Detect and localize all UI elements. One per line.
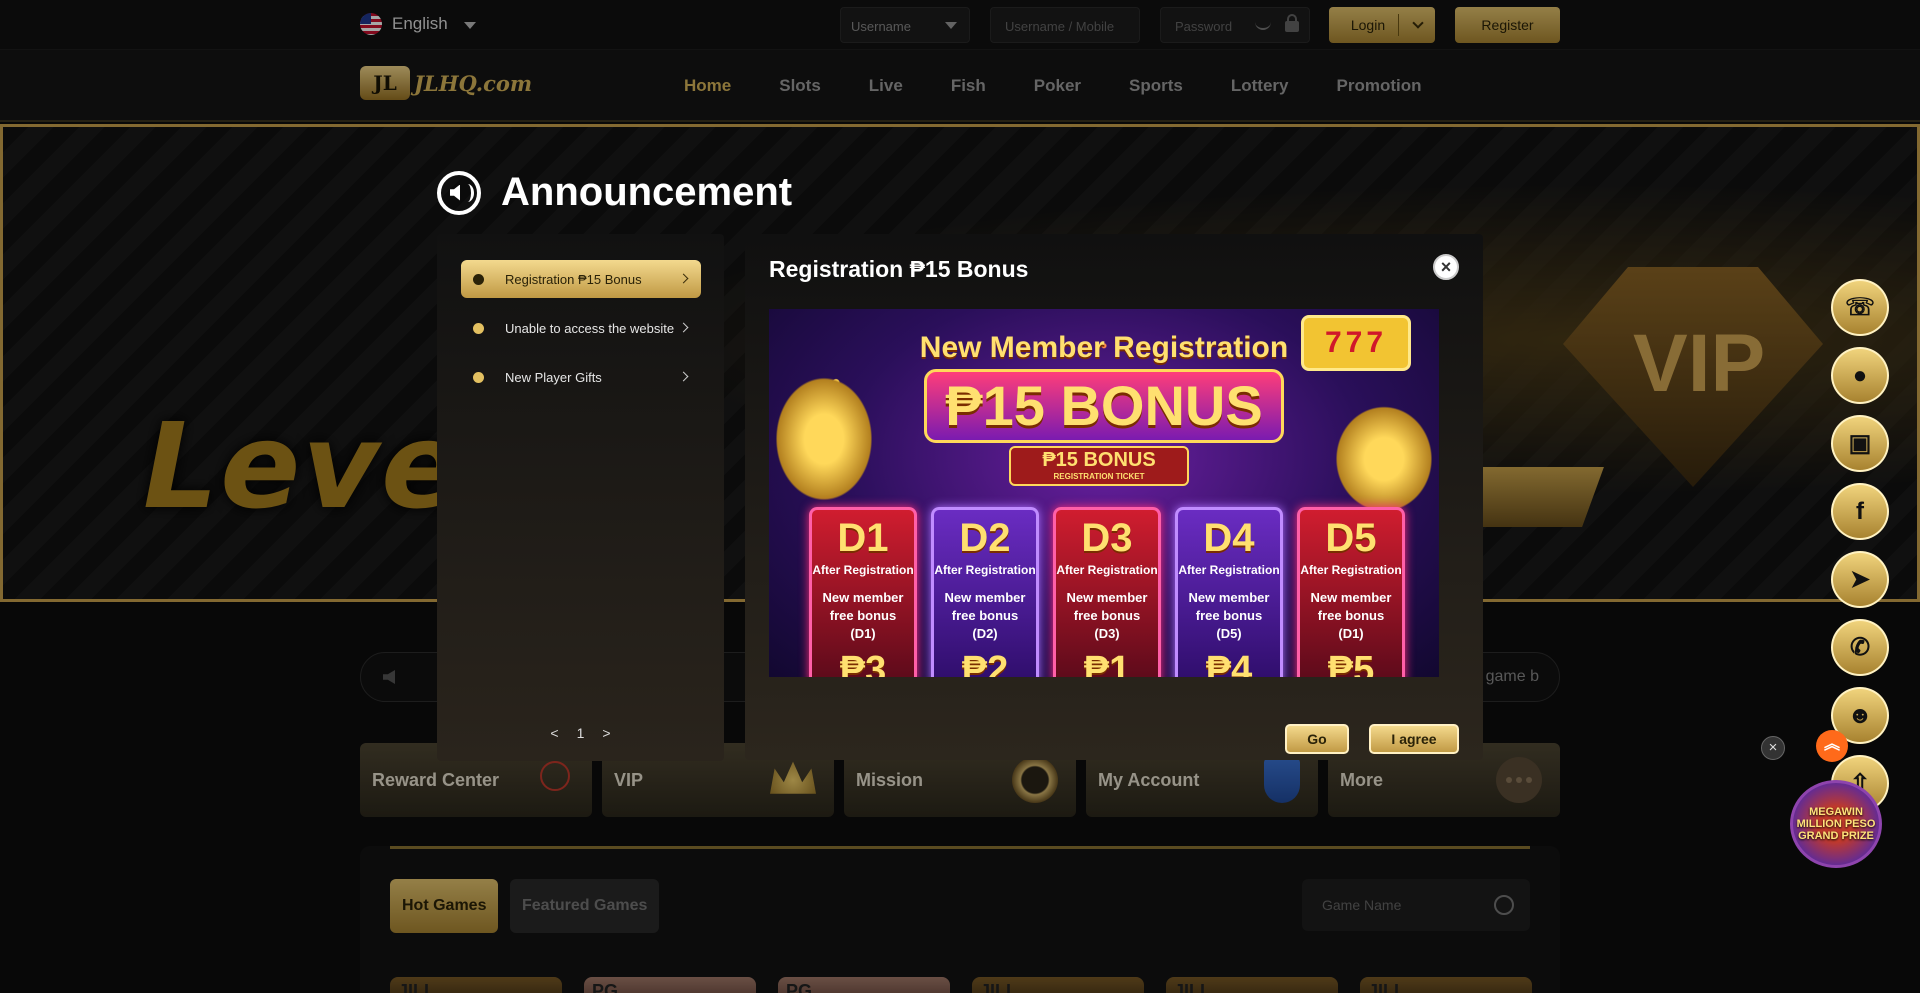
bullet-dot bbox=[473, 372, 484, 383]
coins-decoration bbox=[769, 369, 879, 509]
ticket-small-text: REGISTRATION TICKET bbox=[1053, 472, 1145, 481]
day-desc: New member free bonus (D5) bbox=[1188, 590, 1270, 641]
agree-button[interactable]: I agree bbox=[1369, 724, 1459, 754]
close-icon[interactable]: × bbox=[1433, 254, 1459, 280]
announcement-item-new-player-gifts[interactable]: New Player Gifts bbox=[461, 358, 701, 396]
day-desc: New member free bonus (D1) bbox=[822, 590, 904, 641]
megawin-text: MEGAWIN MILLION PESO GRAND PRIZE bbox=[1796, 806, 1876, 842]
day-name: D5 bbox=[1325, 516, 1377, 560]
announcement-item-registration-bonus[interactable]: Registration ₱15 Bonus bbox=[461, 260, 701, 298]
pager-page[interactable]: 1 bbox=[577, 725, 585, 741]
promo-day-card: D4 After Registration New member free bo… bbox=[1175, 507, 1283, 677]
day-amount: ₱4 bbox=[1205, 649, 1253, 677]
day-sub: After Registration bbox=[934, 563, 1036, 577]
announcement-item-label: Unable to access the website bbox=[505, 320, 675, 336]
facebook-icon[interactable]: f bbox=[1831, 483, 1889, 540]
day-desc: New member free bonus (D2) bbox=[944, 590, 1026, 641]
promo-ticket: ₱15 BONUS REGISTRATION TICKET bbox=[1009, 446, 1189, 486]
day-amount: ₱5 bbox=[1327, 649, 1375, 677]
announcement-item-label: Registration ₱15 Bonus bbox=[505, 271, 642, 287]
day-sub: After Registration bbox=[1056, 563, 1158, 577]
day-sub: After Registration bbox=[1178, 563, 1280, 577]
bullet-dot bbox=[473, 323, 484, 334]
day-desc: New member free bonus (D1) bbox=[1310, 590, 1392, 641]
ticket-big-text: ₱15 BONUS bbox=[1042, 449, 1156, 471]
promo-day-card: D5 After Registration New member free bo… bbox=[1297, 507, 1405, 677]
day-name: D4 bbox=[1203, 516, 1255, 560]
announcement-header: Announcement bbox=[437, 170, 792, 215]
megawin-promo-badge[interactable]: MEGAWIN MILLION PESO GRAND PRIZE bbox=[1790, 780, 1882, 868]
day-name: D3 bbox=[1081, 516, 1133, 560]
pagination: < 1 > bbox=[437, 725, 724, 741]
close-icon[interactable]: × bbox=[1761, 736, 1785, 760]
day-name: D2 bbox=[959, 516, 1011, 560]
promo-day-card: D1 After Registration New member free bo… bbox=[809, 507, 917, 677]
headset-icon[interactable]: ☏ bbox=[1831, 279, 1889, 336]
promo-day-card: D3 After Registration New member free bo… bbox=[1053, 507, 1161, 677]
scroll-top-icon[interactable]: ︽ bbox=[1816, 730, 1848, 762]
pager-prev[interactable]: < bbox=[550, 725, 558, 741]
chevron-right-icon bbox=[678, 371, 689, 382]
day-amount: ₱1 bbox=[1083, 649, 1131, 677]
pager-next[interactable]: > bbox=[602, 725, 610, 741]
promo-image: 777 New Member Registration ₱15 BONUS ₱1… bbox=[769, 309, 1439, 677]
day-sub: After Registration bbox=[812, 563, 914, 577]
chevron-right-icon bbox=[678, 273, 689, 284]
announcement-detail: Registration ₱15 Bonus × 777 New Member … bbox=[745, 234, 1483, 760]
speaker-icon bbox=[437, 170, 481, 215]
announcement-item-label: New Player Gifts bbox=[505, 369, 602, 385]
day-desc: New member free bonus (D3) bbox=[1066, 590, 1148, 641]
coins-decoration bbox=[1329, 399, 1439, 519]
day-amount: ₱2 bbox=[961, 649, 1009, 677]
apple-icon[interactable]: ● bbox=[1831, 347, 1889, 404]
bullet-dot bbox=[473, 274, 484, 285]
announcement-detail-title: Registration ₱15 Bonus bbox=[769, 256, 1029, 282]
chevron-right-icon bbox=[678, 322, 689, 333]
announcement-list: Registration ₱15 Bonus Unable to access … bbox=[437, 234, 724, 761]
day-name: D1 bbox=[837, 516, 889, 560]
android-icon[interactable]: ▣ bbox=[1831, 415, 1889, 472]
go-button[interactable]: Go bbox=[1285, 724, 1349, 754]
day-sub: After Registration bbox=[1300, 563, 1402, 577]
telegram-icon[interactable]: ➤ bbox=[1831, 551, 1889, 608]
promo-days: D1 After Registration New member free bo… bbox=[809, 507, 1405, 677]
promo-day-card: D2 After Registration New member free bo… bbox=[931, 507, 1039, 677]
announcement-item-unable-access[interactable]: Unable to access the website bbox=[461, 309, 701, 347]
whatsapp-icon[interactable]: ✆ bbox=[1831, 619, 1889, 676]
day-amount: ₱3 bbox=[839, 649, 887, 677]
promo-headline: New Member Registration bbox=[919, 331, 1289, 364]
announcement-title: Announcement bbox=[501, 170, 793, 214]
promo-bonus: ₱15 BONUS bbox=[924, 369, 1284, 443]
